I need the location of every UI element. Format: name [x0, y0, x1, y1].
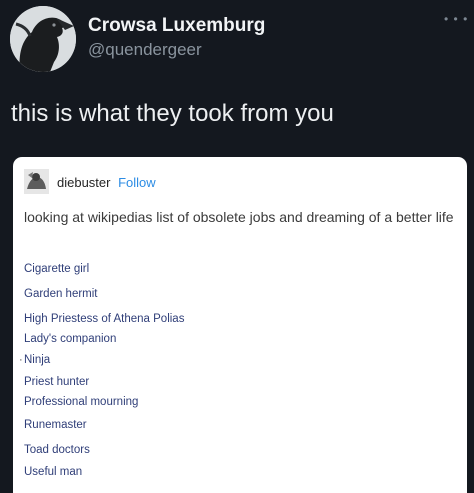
display-name[interactable]: Crowsa Luxemburg: [88, 15, 265, 37]
job-link[interactable]: Toad doctors: [24, 444, 90, 456]
job-link[interactable]: Lady's companion: [24, 333, 116, 345]
embedded-post-image[interactable]: diebuster Follow looking at wikipedias l…: [13, 157, 467, 493]
job-link[interactable]: High Priestess of Athena Polias: [24, 313, 184, 325]
post-username[interactable]: diebuster: [57, 175, 110, 190]
job-link[interactable]: Runemaster: [24, 419, 87, 431]
avatar[interactable]: [10, 6, 76, 72]
post-body-text: looking at wikipedias list of obsolete j…: [24, 209, 454, 225]
job-link[interactable]: Priest hunter: [24, 376, 89, 388]
job-link[interactable]: Useful man: [24, 466, 82, 478]
job-link[interactable]: Cigarette girl: [24, 263, 89, 275]
user-handle[interactable]: @quendergeer: [88, 40, 202, 60]
follow-link[interactable]: Follow: [118, 175, 156, 190]
job-link[interactable]: Professional mourning: [24, 396, 138, 408]
job-link-ninja[interactable]: · Ninja: [19, 354, 51, 366]
ellipsis-icon[interactable]: • • •: [444, 12, 468, 26]
crow-icon: [10, 6, 76, 72]
post-header: diebuster Follow: [57, 175, 156, 190]
tweet-text: this is what they took from you: [11, 100, 334, 127]
job-label: Ninja: [24, 354, 51, 366]
bullet-icon: ·: [19, 354, 23, 366]
post-avatar[interactable]: [24, 169, 49, 194]
tweet: Crowsa Luxemburg @quendergeer • • • this…: [0, 0, 474, 493]
user-avatar-icon: [24, 169, 49, 194]
job-link[interactable]: Garden hermit: [24, 288, 98, 300]
